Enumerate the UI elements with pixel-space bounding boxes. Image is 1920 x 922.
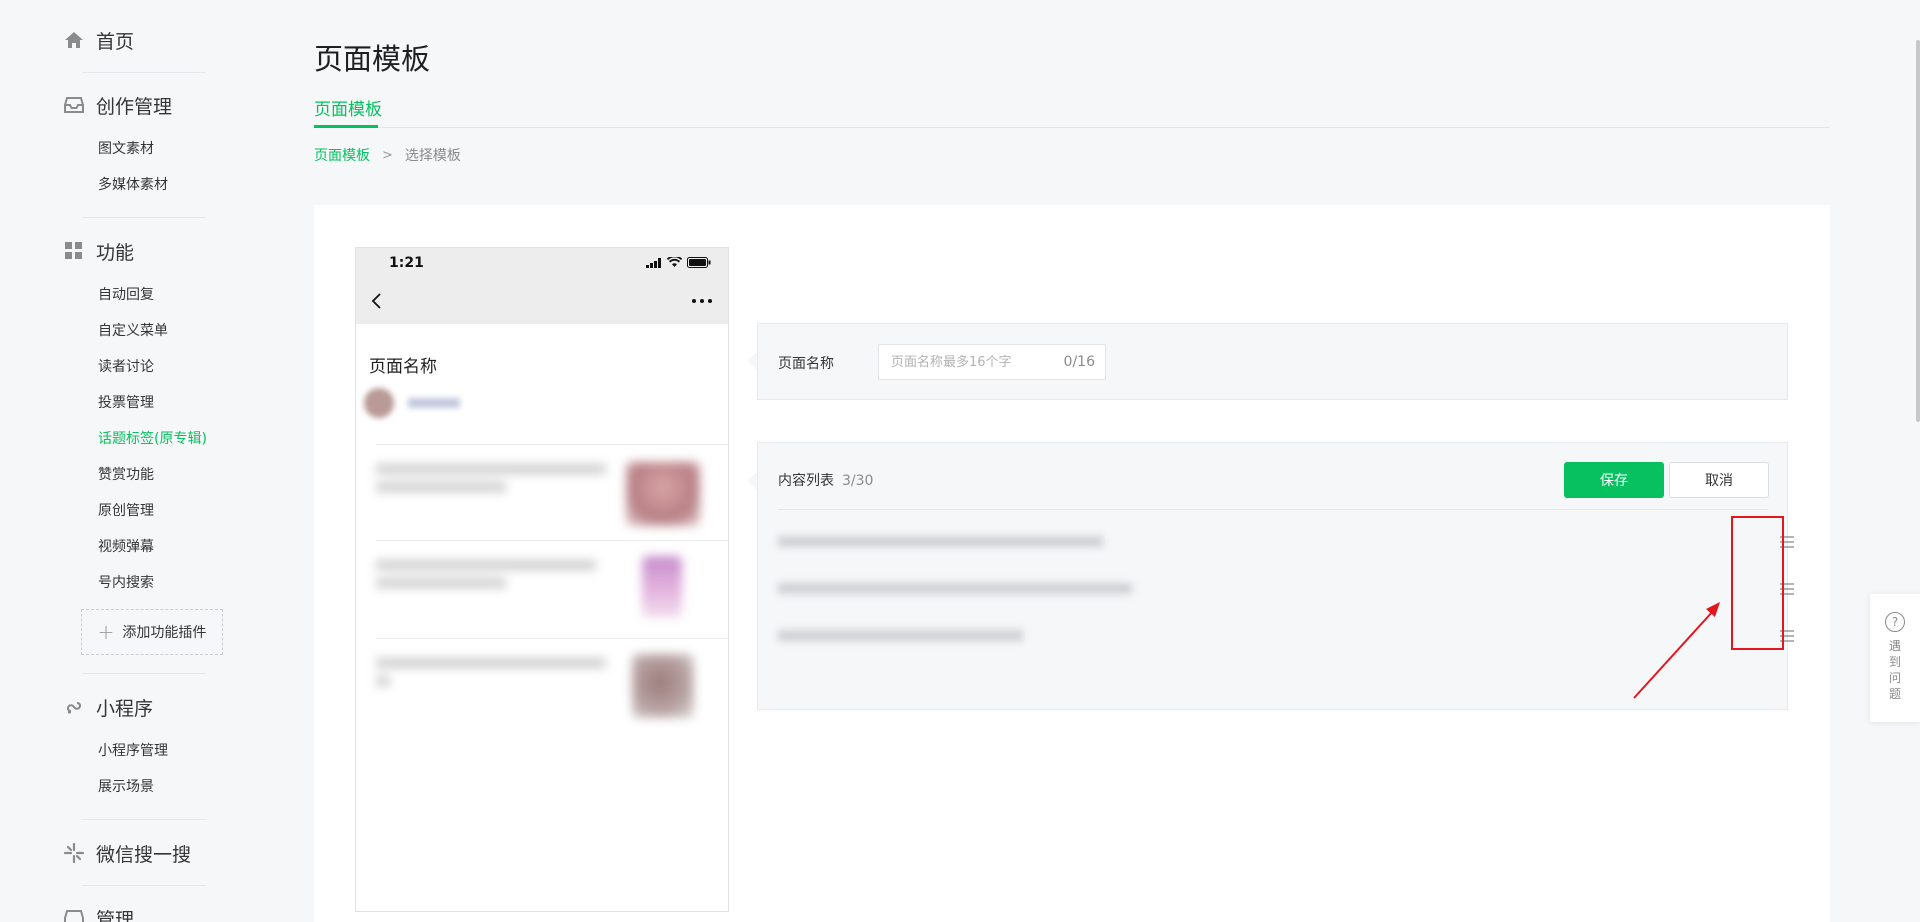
page-name-panel: 页面名称 0/16 — [757, 323, 1788, 400]
scrollbar[interactable] — [1916, 40, 1920, 422]
question-icon: ? — [1885, 612, 1905, 632]
list-item[interactable] — [778, 573, 1794, 603]
sidebar-section-search[interactable]: 微信搜一搜 — [63, 838, 191, 868]
article-thumbnail — [642, 556, 682, 618]
save-button[interactable]: 保存 — [1564, 462, 1664, 498]
nav-divider — [82, 72, 206, 73]
char-counter: 0/16 — [1063, 354, 1095, 370]
list-item[interactable] — [778, 620, 1794, 650]
sidebar-item-original[interactable]: 原创管理 — [98, 501, 154, 521]
panel-pointer — [747, 472, 757, 490]
phone-author — [364, 388, 460, 418]
page-name-label: 页面名称 — [778, 356, 834, 372]
sidebar-item-home[interactable]: 首页 — [63, 25, 134, 55]
list-item-title-blurred — [778, 536, 1103, 547]
sidebar-item-reader-discussion[interactable]: 读者讨论 — [98, 357, 154, 377]
plus-icon: + — [97, 620, 115, 644]
cancel-button[interactable]: 取消 — [1669, 462, 1769, 498]
phone-article-item — [356, 638, 728, 734]
panel-pointer — [747, 352, 757, 370]
annotation-arrow-icon — [1633, 602, 1720, 699]
status-time: 1:21 — [389, 255, 424, 271]
author-name-blurred — [408, 398, 460, 408]
list-item-title-blurred — [778, 630, 1023, 641]
phone-article-item — [356, 444, 728, 540]
nav-divider — [82, 673, 206, 674]
nav-divider — [82, 885, 206, 886]
phone-preview: 1:21 页面名称 — [355, 247, 729, 912]
battery-icon — [687, 257, 711, 268]
breadcrumb-current: 选择模板 — [404, 148, 461, 164]
sparkle-icon — [63, 842, 85, 864]
tab-page-template[interactable]: 页面模板 — [314, 95, 382, 120]
nav-divider — [82, 819, 206, 820]
back-icon[interactable] — [368, 292, 386, 310]
sidebar-section-miniprogram[interactable]: 小程序 — [63, 692, 153, 722]
content-list-count: 3/30 — [842, 473, 874, 489]
sidebar-item-custom-menu[interactable]: 自定义菜单 — [98, 321, 168, 341]
sidebar-item-miniprogram-manage[interactable]: 小程序管理 — [98, 741, 168, 761]
sidebar-section-label: 创作管理 — [96, 95, 173, 118]
sidebar-item-video-danmaku[interactable]: 视频弹幕 — [98, 537, 154, 557]
tab-active-indicator — [314, 125, 378, 128]
article-thumbnail — [632, 654, 694, 718]
sidebar-item-image-text[interactable]: 图文素材 — [98, 139, 154, 159]
grid-icon — [63, 240, 85, 262]
list-item-title-blurred — [778, 583, 1132, 594]
inbox-icon — [63, 907, 85, 922]
sidebar-section-label: 小程序 — [96, 697, 154, 720]
link-icon — [63, 696, 85, 718]
sidebar-item-auto-reply[interactable]: 自动回复 — [98, 285, 154, 305]
sidebar-section-manage[interactable]: 管理 — [63, 903, 134, 922]
sidebar-item-reward[interactable]: 赞赏功能 — [98, 465, 154, 485]
list-item[interactable] — [778, 526, 1794, 556]
sidebar-item-label: 首页 — [96, 30, 135, 53]
help-float-button[interactable]: ? 遇到问题 — [1870, 594, 1920, 722]
breadcrumb: 页面模板 > 选择模板 — [314, 145, 461, 165]
list-header-divider — [778, 509, 1768, 510]
sidebar-section-creation[interactable]: 创作管理 — [63, 90, 172, 120]
tab-bar-line — [314, 127, 1830, 128]
home-icon — [63, 29, 85, 51]
sidebar-item-topic-tags[interactable]: 话题标签(原专辑) — [98, 429, 207, 449]
more-icon[interactable] — [691, 297, 713, 305]
page-name-input[interactable] — [891, 354, 1041, 370]
status-icons — [646, 257, 711, 268]
sidebar-item-multimedia[interactable]: 多媒体素材 — [98, 175, 168, 195]
inbox-icon — [63, 94, 85, 116]
sidebar: 首页 创作管理 图文素材 多媒体素材 功能 自动回复 自定义菜单 读者讨论 投票… — [0, 0, 260, 922]
sidebar-item-in-account-search[interactable]: 号内搜索 — [98, 573, 154, 593]
page-name-field[interactable]: 0/16 — [878, 344, 1106, 380]
wifi-icon — [667, 257, 682, 267]
sidebar-section-label: 管理 — [96, 908, 135, 922]
signal-icon — [646, 257, 661, 268]
breadcrumb-separator: > — [382, 147, 393, 163]
add-plugin-label: 添加功能插件 — [122, 625, 207, 641]
sidebar-section-label: 功能 — [96, 241, 135, 264]
nav-divider — [82, 217, 206, 218]
sidebar-section-label: 微信搜一搜 — [96, 843, 192, 866]
content-list-heading: 内容列表 3/30 — [778, 470, 873, 490]
help-label: 遇到问题 — [1889, 639, 1902, 701]
content-list-label: 内容列表 — [778, 473, 834, 489]
sidebar-item-display-scene[interactable]: 展示场景 — [98, 777, 154, 797]
page-title: 页面模板 — [314, 42, 431, 76]
avatar — [364, 388, 394, 418]
phone-page-name: 页面名称 — [369, 357, 437, 377]
sidebar-section-features[interactable]: 功能 — [63, 236, 134, 266]
article-thumbnail — [626, 462, 700, 526]
sidebar-item-vote[interactable]: 投票管理 — [98, 393, 154, 413]
breadcrumb-link[interactable]: 页面模板 — [314, 145, 370, 165]
phone-article-item — [356, 540, 728, 636]
add-plugin-button[interactable]: + 添加功能插件 — [81, 609, 223, 655]
